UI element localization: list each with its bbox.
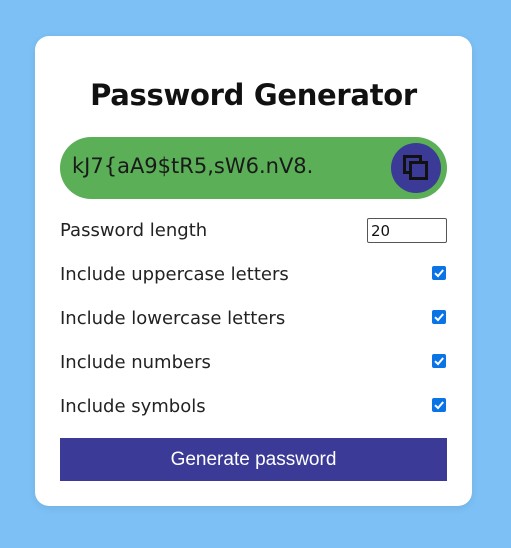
symbols-checkbox[interactable] — [432, 398, 446, 412]
generator-card: Password Generator kJ7{aA9$tR5,sW6.nV8. … — [35, 36, 472, 506]
check-icon — [434, 357, 444, 366]
option-numbers: Include numbers — [60, 350, 447, 378]
numbers-checkbox[interactable] — [432, 354, 446, 368]
length-row: Password length — [60, 218, 447, 246]
check-icon — [434, 401, 444, 410]
copy-button[interactable] — [391, 143, 441, 193]
password-text: kJ7{aA9$tR5,sW6.nV8. — [72, 154, 314, 178]
uppercase-label: Include uppercase letters — [60, 264, 289, 285]
option-symbols: Include symbols — [60, 394, 447, 422]
lowercase-label: Include lowercase letters — [60, 308, 286, 329]
generate-password-button[interactable]: Generate password — [60, 438, 447, 481]
length-input[interactable] — [367, 218, 447, 243]
symbols-label: Include symbols — [60, 396, 206, 417]
option-lowercase: Include lowercase letters — [60, 306, 447, 334]
page-title: Password Generator — [90, 78, 417, 112]
check-icon — [434, 313, 444, 322]
length-label: Password length — [60, 220, 208, 241]
password-result: kJ7{aA9$tR5,sW6.nV8. — [60, 137, 447, 199]
numbers-label: Include numbers — [60, 352, 211, 373]
copy-icon — [403, 155, 428, 180]
check-icon — [434, 269, 444, 278]
option-uppercase: Include uppercase letters — [60, 262, 447, 290]
lowercase-checkbox[interactable] — [432, 310, 446, 324]
uppercase-checkbox[interactable] — [432, 266, 446, 280]
